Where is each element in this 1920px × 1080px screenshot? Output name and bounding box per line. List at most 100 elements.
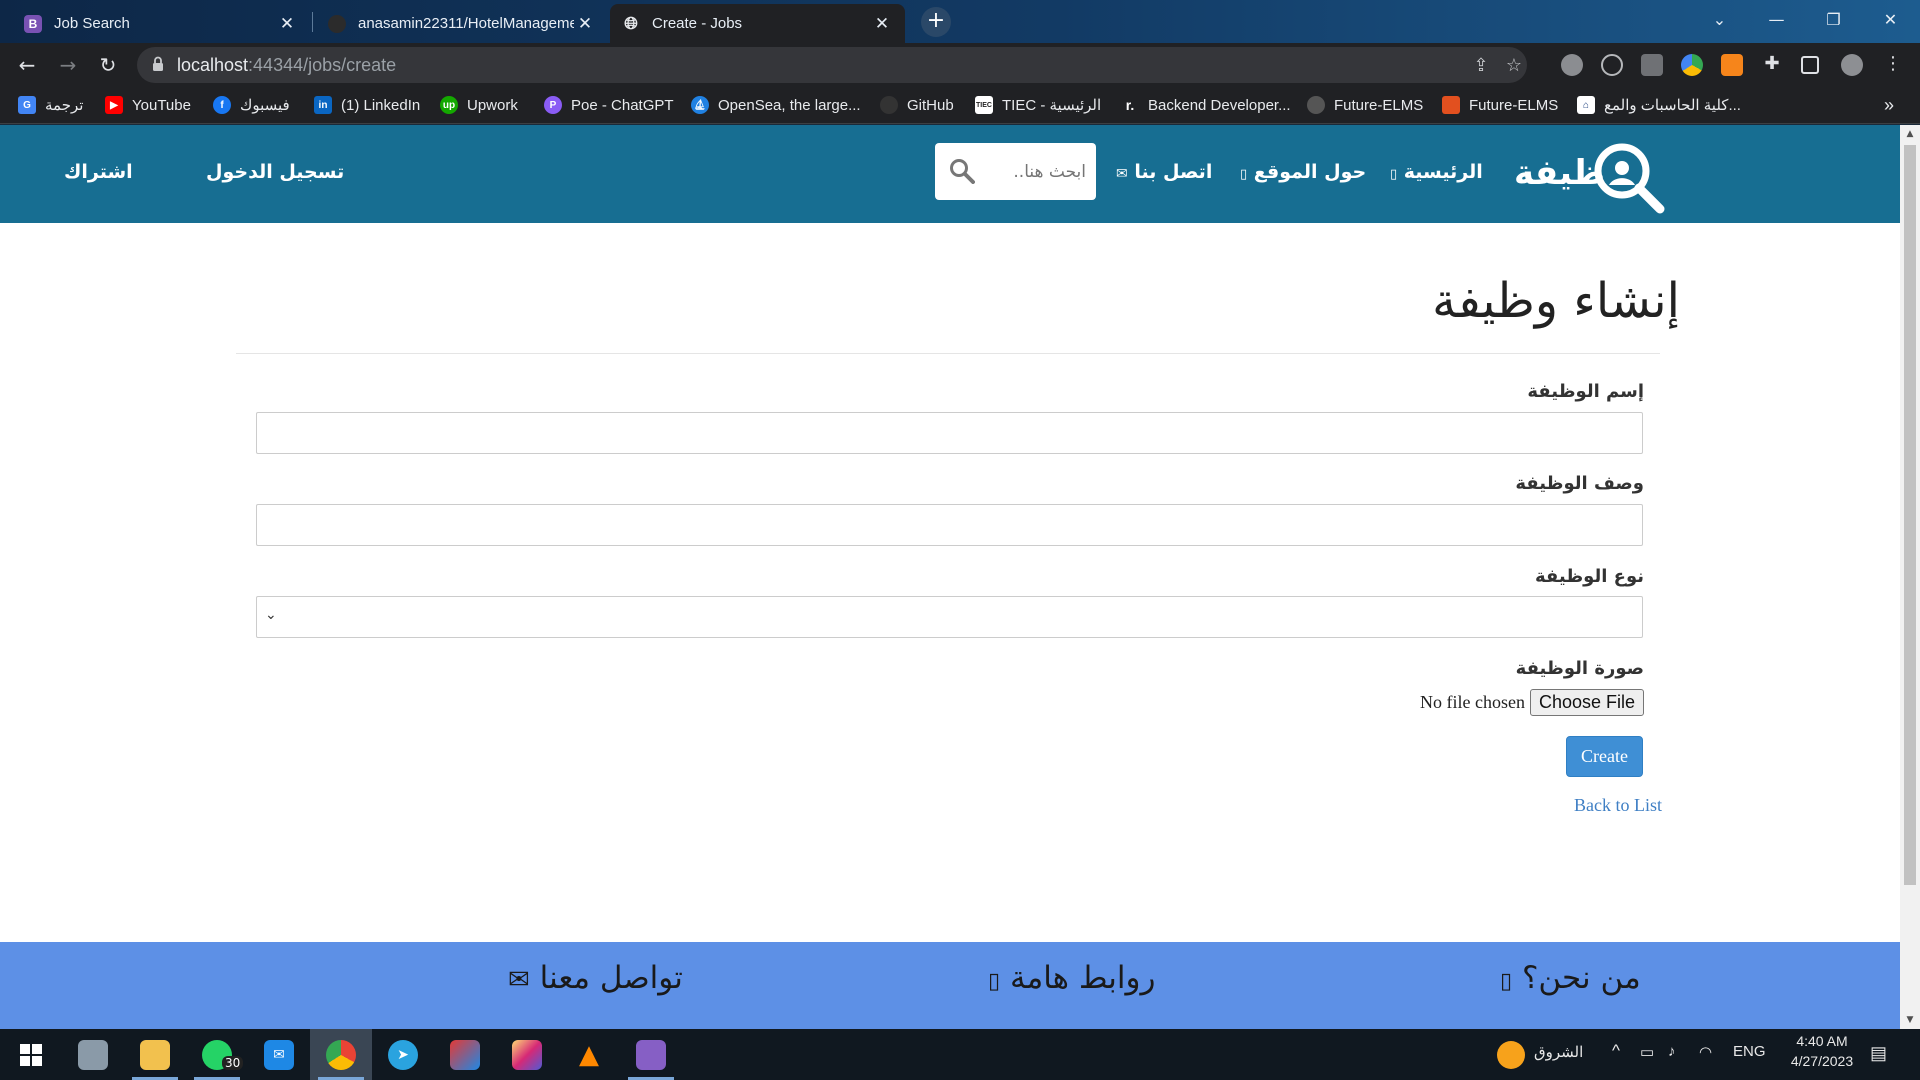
language-indicator[interactable]: ENG [1733, 1043, 1766, 1060]
browser-toolbar: ← → ↻ localhost:44344/jobs/create ⇪ ☆ ✚ … [0, 43, 1920, 87]
job-desc-input[interactable] [256, 504, 1643, 546]
search-icon[interactable] [949, 158, 975, 184]
bookmark-item[interactable]: ⛵︎ OpenSea, the large... [691, 94, 861, 116]
close-window-button[interactable]: ✕ [1862, 0, 1919, 38]
address-bar[interactable]: localhost:44344/jobs/create ⇪ ☆ [137, 47, 1527, 83]
tab-job-search[interactable]: B Job Search ✕ [12, 4, 310, 43]
tab-search-chevron-icon[interactable]: ⌄ [1691, 0, 1748, 38]
weather-label[interactable]: الشروق [1534, 1043, 1583, 1061]
back-to-list-link[interactable]: Back to List [1574, 795, 1662, 816]
opensea-icon: ⛵︎ [691, 96, 709, 114]
future-elms-icon [1442, 96, 1460, 114]
start-button[interactable] [0, 1029, 62, 1080]
close-tab-icon[interactable]: ✕ [276, 14, 298, 34]
page-title: إنشاء وظيفة [1432, 273, 1680, 329]
job-type-select[interactable]: ⌄ [256, 596, 1643, 638]
page-scrollbar[interactable]: ▲ ▼ [1900, 125, 1920, 1029]
extension-circle-icon[interactable] [1601, 54, 1623, 76]
bookmark-item[interactable]: ▶ YouTube [105, 94, 191, 116]
bookmark-item[interactable]: r. Backend Developer... [1121, 94, 1291, 116]
signup-link[interactable]: اشتراك [64, 161, 133, 183]
bookmark-item[interactable]: P Poe - ChatGPT [544, 94, 674, 116]
close-tab-icon[interactable]: ✕ [574, 14, 596, 34]
wifi-icon[interactable]: ◠ [1699, 1043, 1712, 1061]
side-panel-icon[interactable] [1801, 56, 1819, 74]
reload-icon[interactable]: ↻ [94, 51, 122, 79]
extension-color-icon[interactable] [1681, 54, 1703, 76]
bookmark-item[interactable]: f فيسبوك [213, 94, 290, 116]
extension-globe-icon[interactable] [1561, 54, 1583, 76]
close-tab-icon[interactable]: ✕ [871, 14, 893, 34]
bookmark-item[interactable]: GitHub [880, 94, 954, 116]
bookmark-item[interactable]: up Upwork [440, 94, 518, 116]
bookmark-item[interactable]: Future-ELMS [1442, 94, 1558, 116]
tray-chevron-icon[interactable]: ^ [1612, 1041, 1620, 1061]
choose-file-button[interactable]: Choose File [1529, 689, 1644, 716]
nav-home[interactable]: الرئيسية ▯ [1390, 161, 1483, 183]
job-name-input[interactable] [256, 412, 1643, 454]
ssms-icon [450, 1039, 480, 1070]
telegram-icon: ➤ [388, 1039, 418, 1070]
footer-links-heading: روابط هامة ▯ [988, 960, 1156, 996]
footer-about-heading: من نحن؟ ▯ [1500, 960, 1641, 996]
linkedin-icon: in [314, 96, 332, 114]
puzzle-icon[interactable]: ✚ [1761, 53, 1783, 75]
bookmark-item[interactable]: TIEC TIEC - الرئيسية [975, 94, 1101, 116]
tab-title: anasamin22311/HotelManageme [358, 15, 574, 32]
share-icon[interactable]: ⇪ [1470, 55, 1492, 77]
star-icon[interactable]: ☆ [1503, 55, 1525, 77]
tab-github[interactable]: anasamin22311/HotelManageme ✕ [316, 4, 608, 43]
login-link[interactable]: تسجيل الدخول [206, 161, 344, 183]
taskbar-app[interactable] [62, 1029, 124, 1080]
nav-about[interactable]: حول الموقع ▯ [1240, 161, 1366, 183]
tab-title: Create - Jobs [652, 15, 743, 32]
scrollbar-thumb[interactable] [1904, 145, 1916, 885]
taskbar-app[interactable] [310, 1029, 372, 1080]
taskbar-app[interactable] [496, 1029, 558, 1080]
forward-arrow-icon[interactable]: → [54, 51, 82, 79]
taskbar-app[interactable]: ➤ [372, 1029, 434, 1080]
lock-icon [153, 56, 163, 71]
metamask-icon[interactable] [1721, 54, 1743, 76]
site-logo[interactable]: ظيفة [1510, 139, 1665, 214]
bookmark-item[interactable]: G ترجمة [18, 94, 83, 116]
computer-icon [78, 1039, 108, 1070]
volume-icon[interactable]: ♪ [1668, 1043, 1676, 1060]
extension-box-icon[interactable] [1641, 54, 1663, 76]
create-button[interactable]: Create [1566, 736, 1643, 777]
taskbar-app[interactable] [124, 1029, 186, 1080]
globe-icon [1307, 96, 1325, 114]
scroll-down-icon[interactable]: ▼ [1900, 1011, 1920, 1029]
taskbar-app[interactable]: 30 [186, 1029, 248, 1080]
search-input[interactable] [991, 158, 1086, 186]
taskbar-app[interactable] [620, 1029, 682, 1080]
taskbar-app[interactable] [434, 1029, 496, 1080]
tab-create-jobs[interactable]: 🌐︎ Create - Jobs ✕ [610, 4, 905, 43]
menu-dots-icon[interactable]: ⋮ [1882, 53, 1904, 75]
url-text: localhost:44344/jobs/create [177, 55, 397, 75]
nav-contact[interactable]: اتصل بنا ✉ [1116, 161, 1212, 183]
weather-icon[interactable] [1497, 1041, 1525, 1069]
bookmark-item[interactable]: Future-ELMS [1307, 94, 1423, 116]
bookmark-item[interactable]: in (1) LinkedIn [314, 94, 420, 116]
clock[interactable]: 4:40 AM 4/27/2023 [1786, 1033, 1858, 1069]
avatar[interactable] [1841, 54, 1863, 76]
facebook-icon: f [213, 96, 231, 114]
battery-icon[interactable]: ▭ [1640, 1043, 1654, 1061]
bookmark-item[interactable]: ⌂ كلية الحاسبات والمع... [1577, 94, 1741, 116]
taskbar-app[interactable]: ✉ [248, 1029, 310, 1080]
taskbar-app[interactable]: ▲ [558, 1029, 620, 1080]
bookmarks-overflow-icon[interactable]: » [1884, 94, 1894, 116]
no-file-text: No file chosen [1419, 692, 1525, 712]
windows-taskbar: 30 ✉ ➤ ▲ الشروق ^ ▭ ♪ ◠ ENG 4:40 AM 4/27… [0, 1029, 1920, 1080]
site-header: ظيفة الرئيسية ▯ حول الموقع ▯ اتصل بنا ✉ … [0, 125, 1900, 223]
notifications-icon[interactable]: ▤ [1870, 1043, 1887, 1064]
job-desc-label: وصف الوظيفة [1515, 473, 1644, 494]
upwork-icon: up [440, 96, 458, 114]
back-arrow-icon[interactable]: ← [13, 51, 41, 79]
scroll-up-icon[interactable]: ▲ [1900, 125, 1920, 143]
new-tab-button[interactable]: + [921, 7, 951, 37]
minimize-button[interactable]: — [1748, 0, 1805, 38]
remote-icon: r. [1121, 96, 1139, 114]
restore-button[interactable]: ❐ [1805, 0, 1862, 38]
